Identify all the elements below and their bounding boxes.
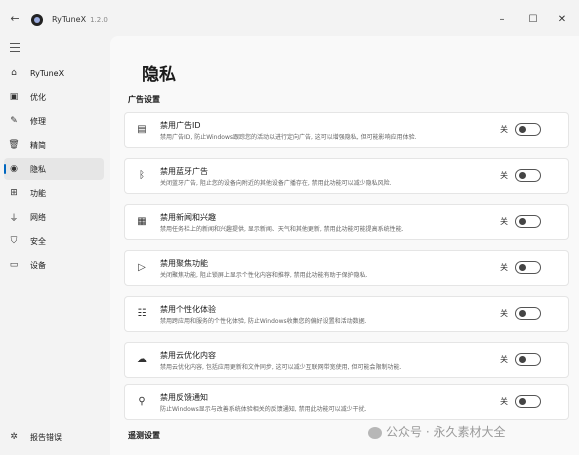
setting-title: 禁用云优化内容 (160, 351, 216, 360)
setting-card-feedback-notifications: ⚲ 禁用反馈通知 防止Windows显示与改善系统体验相关的反馈通知, 禁用此功… (124, 384, 569, 420)
main-content: 隐私 广告设置 ▤ 禁用广告ID 禁用广告ID, 防止Windows跟踪您的活动… (110, 36, 579, 455)
setting-description: 禁用云优化内容, 包括应用更新和文件同步, 这可以减少互联网带宽使用, 但可能会… (160, 364, 402, 371)
setting-title: 禁用聚焦功能 (160, 259, 208, 268)
close-icon[interactable]: ✕ (554, 13, 570, 27)
sidebar-item-optimize[interactable]: ▣ 优化 (4, 86, 104, 108)
toggle-switch[interactable] (515, 169, 541, 182)
setting-title: 禁用新闻和兴趣 (160, 213, 216, 222)
personalize-icon: ☷ (137, 308, 147, 319)
toggle-state-label: 关 (500, 125, 508, 134)
ad-id-icon: ▤ (137, 124, 147, 135)
setting-card-cloud-content: ☁ 禁用云优化内容 禁用云优化内容, 包括应用更新和文件同步, 这可以减少互联网… (124, 342, 569, 378)
toggle-state-label: 关 (500, 171, 508, 180)
bug-icon: ✲ (10, 432, 18, 442)
title-bar: ← RyTuneX 1.2.0 – ☐ ✕ (0, 0, 579, 36)
sidebar-item-label: 优化 (30, 92, 46, 102)
app-logo-icon (31, 14, 43, 26)
sidebar-item-label: 修理 (30, 116, 46, 126)
spotlight-icon: ▷ (138, 262, 146, 273)
sidebar-item-features[interactable]: ⊞ 功能 (4, 182, 104, 204)
bluetooth-icon: ᛒ (139, 170, 145, 181)
setting-title: 禁用蓝牙广告 (160, 167, 208, 176)
toggle-switch[interactable] (515, 353, 541, 366)
toggle-state-label: 关 (500, 309, 508, 318)
sidebar-item-label: 网络 (30, 212, 46, 222)
sidebar-item-label: 功能 (30, 188, 46, 198)
toggle-state-label: 关 (500, 355, 508, 364)
sidebar-item-debloat[interactable]: 🗑 精简 (4, 134, 104, 156)
sidebar-item-label: 设备 (30, 260, 46, 270)
toggle-knob (519, 398, 526, 405)
sidebar-item-security[interactable]: ⛉ 安全 (4, 230, 104, 252)
sidebar-item-label: 精简 (30, 140, 46, 150)
toggle-state-label: 关 (500, 263, 508, 272)
hamburger-menu-icon[interactable] (10, 43, 20, 53)
setting-description: 禁用跨应用和服务的个性化体验, 防止Windows收集您的偏好设置和活动数据. (160, 318, 367, 325)
section-title-telemetry: 遥测设置 (128, 431, 160, 440)
toggle-switch[interactable] (515, 123, 541, 136)
app-title: RyTuneX 1.2.0 (52, 15, 108, 24)
toggle-switch[interactable] (515, 307, 541, 320)
toggle-state-label: 关 (500, 397, 508, 406)
repair-icon: ✎ (10, 116, 18, 126)
app-window: ← RyTuneX 1.2.0 – ☐ ✕ ⌂ RyTuneX ▣ 优化 ✎ 修理… (0, 0, 579, 455)
device-icon: ▭ (9, 260, 19, 270)
setting-description: 防止Windows显示与改善系统体验相关的反馈通知, 禁用此功能可以减少干扰. (160, 406, 367, 413)
setting-description: 禁用任务栏上的新闻和兴趣提供, 显示新闻、天气和其他更新, 禁用此功能可能提高系… (160, 226, 404, 233)
toggle-knob (519, 218, 526, 225)
shield-icon: ⛉ (10, 236, 18, 246)
setting-title: 禁用反馈通知 (160, 393, 208, 402)
app-version: 1.2.0 (90, 16, 108, 24)
features-icon: ⊞ (10, 188, 18, 198)
section-title-ad: 广告设置 (128, 95, 160, 104)
report-bug-label: 报告错误 (30, 432, 62, 442)
setting-card-ad-id: ▤ 禁用广告ID 禁用广告ID, 防止Windows跟踪您的活动以进行定向广告,… (124, 112, 569, 148)
sidebar-item-rytunex[interactable]: ⌂ RyTuneX (4, 62, 104, 84)
setting-card-spotlight: ▷ 禁用聚焦功能 关闭聚焦功能, 阻止锁屏上显示个性化内容和推荐, 禁用此功能有… (124, 250, 569, 286)
toggle-knob (519, 356, 526, 363)
home-icon: ⌂ (11, 68, 17, 78)
optimize-icon: ▣ (9, 92, 19, 102)
sidebar-item-device[interactable]: ▭ 设备 (4, 254, 104, 276)
cloud-icon: ☁ (137, 354, 147, 365)
toggle-knob (519, 310, 526, 317)
page-title: 隐私 (142, 65, 176, 85)
wechat-icon (368, 426, 382, 439)
toggle-knob (519, 126, 526, 133)
sidebar-item-label: RyTuneX (30, 68, 65, 78)
setting-description: 关闭聚焦功能, 阻止锁屏上显示个性化内容和推荐, 禁用此功能有助于保护隐私. (160, 272, 368, 279)
setting-card-personalized: ☷ 禁用个性化体验 禁用跨应用和服务的个性化体验, 防止Windows收集您的偏… (124, 296, 569, 332)
toggle-knob (519, 264, 526, 271)
setting-title: 禁用个性化体验 (160, 305, 216, 314)
watermark: 公众号 · 永久素材大全 (368, 423, 505, 440)
toggle-state-label: 关 (500, 217, 508, 226)
sidebar-item-label: 隐私 (30, 164, 46, 174)
feedback-icon: ⚲ (138, 396, 146, 407)
toggle-switch[interactable] (515, 395, 541, 408)
sidebar-item-network[interactable]: ⏚ 网络 (4, 206, 104, 228)
network-icon: ⏚ (9, 213, 19, 224)
toggle-knob (519, 172, 526, 179)
setting-card-news-interests: ▦ 禁用新闻和兴趣 禁用任务栏上的新闻和兴趣提供, 显示新闻、天气和其他更新, … (124, 204, 569, 240)
toggle-switch[interactable] (515, 215, 541, 228)
sidebar-item-label: 安全 (30, 236, 46, 246)
maximize-icon[interactable]: ☐ (525, 13, 541, 27)
back-arrow-icon[interactable]: ← (8, 12, 22, 26)
news-icon: ▦ (137, 216, 147, 227)
toggle-switch[interactable] (515, 261, 541, 274)
sidebar-item-privacy[interactable]: ◉ 隐私 (4, 158, 104, 180)
report-bug-button[interactable]: ✲ 报告错误 (4, 428, 104, 446)
setting-description: 关闭蓝牙广告, 阻止您的设备向附近的其他设备广播存在, 禁用此功能可以减少隐私风… (160, 180, 392, 187)
privacy-icon: ◉ (10, 164, 18, 174)
minimize-icon[interactable]: – (494, 13, 510, 27)
setting-title: 禁用广告ID (160, 121, 201, 130)
setting-description: 禁用广告ID, 防止Windows跟踪您的活动以进行定向广告, 这可以增强隐私,… (160, 134, 417, 141)
sidebar-item-repair[interactable]: ✎ 修理 (4, 110, 104, 132)
setting-card-bluetooth-ads: ᛒ 禁用蓝牙广告 关闭蓝牙广告, 阻止您的设备向附近的其他设备广播存在, 禁用此… (124, 158, 569, 194)
trash-icon: 🗑 (8, 140, 20, 150)
